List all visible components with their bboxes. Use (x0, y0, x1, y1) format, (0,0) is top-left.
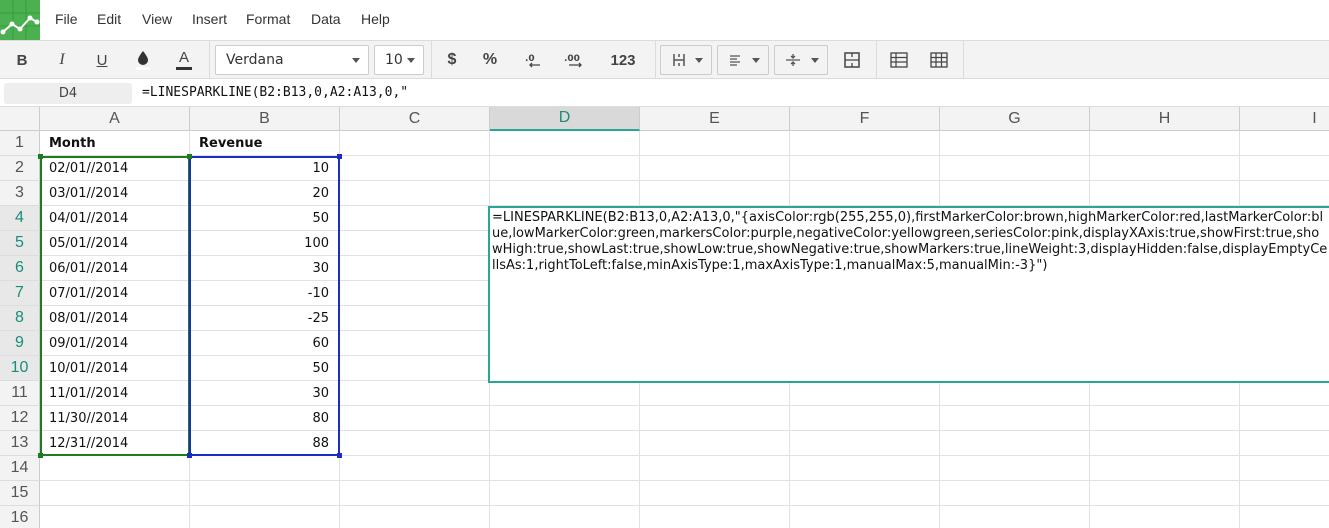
percent-button[interactable]: % (476, 41, 504, 79)
merge-cells-icon[interactable] (838, 41, 866, 79)
chevron-down-icon (407, 58, 415, 63)
borders-dropdown[interactable] (660, 45, 712, 75)
row-header-7[interactable]: 7 (0, 281, 40, 306)
row-header-11[interactable]: 11 (0, 381, 40, 406)
gridline (40, 505, 1329, 506)
row-header-9[interactable]: 9 (0, 331, 40, 356)
column-header-h[interactable]: H (1090, 107, 1240, 131)
menu-view[interactable]: View (142, 11, 172, 27)
menu-data[interactable]: Data (311, 11, 341, 27)
range-handle[interactable] (187, 453, 192, 458)
toolbar-divider (655, 41, 656, 79)
column-header-c[interactable]: C (340, 107, 490, 131)
freeze-columns-icon[interactable] (925, 41, 953, 79)
sheet-grid: A B C D E F G H I 1 2 3 4 5 6 7 8 9 10 1… (0, 107, 1329, 528)
row-header-14[interactable]: 14 (0, 456, 40, 481)
menu-edit[interactable]: Edit (97, 11, 121, 27)
vertical-align-icon (786, 54, 800, 66)
decrease-decimal-label: .0 (525, 54, 535, 64)
fill-color-icon[interactable] (129, 41, 157, 79)
row-header-12[interactable]: 12 (0, 406, 40, 431)
align-dropdown[interactable] (717, 45, 769, 75)
range-highlight-a (40, 156, 190, 456)
menu-bar: File Edit View Insert Format Data Help (0, 0, 1329, 40)
formula-bar: D4 =LINESPARKLINE(B2:B13,0,A2:A13,0," (0, 79, 1329, 107)
row-header-1[interactable]: 1 (0, 131, 40, 156)
decrease-decimal-button[interactable]: .0 (518, 41, 548, 79)
chevron-down-icon (352, 58, 360, 63)
row-header-13[interactable]: 13 (0, 431, 40, 456)
menu-insert[interactable]: Insert (192, 11, 227, 27)
row-header-10[interactable]: 10 (0, 356, 40, 381)
range-handle[interactable] (337, 154, 342, 159)
toolbar-divider (963, 41, 964, 79)
vertical-align-dropdown[interactable] (774, 45, 828, 75)
app-logo-icon (0, 0, 40, 40)
menu-format[interactable]: Format (246, 11, 290, 27)
name-box[interactable]: D4 (4, 83, 132, 104)
menu-file[interactable]: File (55, 11, 78, 27)
toolbar-divider (876, 41, 877, 79)
borders-icon (673, 54, 685, 66)
align-left-icon (730, 55, 740, 66)
currency-button[interactable]: $ (438, 41, 466, 79)
cell-editor[interactable]: =LINESPARKLINE(B2:B13,0,A2:A13,0,"{axisC… (488, 206, 1329, 383)
chevron-down-icon (811, 58, 819, 63)
font-color-button[interactable]: A (170, 41, 198, 79)
column-header-e[interactable]: E (640, 107, 790, 131)
spreadsheet-app: File Edit View Insert Format Data Help B… (0, 0, 1329, 528)
font-size-select[interactable]: 10 (374, 45, 424, 75)
row-header-16[interactable]: 16 (0, 506, 40, 528)
column-header-d[interactable]: D (490, 107, 640, 131)
font-color-swatch (176, 67, 192, 70)
range-handle[interactable] (337, 453, 342, 458)
gridline (40, 480, 1329, 481)
underline-button[interactable]: U (88, 41, 116, 79)
range-handle[interactable] (38, 154, 43, 159)
column-header-i[interactable]: I (1240, 107, 1329, 131)
range-handle[interactable] (38, 453, 43, 458)
row-header-5[interactable]: 5 (0, 231, 40, 256)
increase-decimal-label: .00 (564, 54, 580, 64)
font-color-label: A (178, 49, 189, 66)
row-header-8[interactable]: 8 (0, 306, 40, 331)
row-header-4[interactable]: 4 (0, 206, 40, 231)
font-size-value: 10 (385, 52, 403, 68)
row-header-3[interactable]: 3 (0, 181, 40, 206)
increase-decimal-button[interactable]: .00 (558, 41, 590, 79)
bold-button[interactable]: B (8, 41, 36, 79)
column-header-g[interactable]: G (940, 107, 1090, 131)
toolbar-divider (431, 41, 432, 79)
cell-a1[interactable]: Month (49, 131, 189, 156)
font-family-select[interactable]: Verdana (215, 45, 369, 75)
column-header-b[interactable]: B (190, 107, 340, 131)
chevron-down-icon (752, 58, 760, 63)
number-format-button[interactable]: 123 (604, 41, 642, 79)
row-header-15[interactable]: 15 (0, 481, 40, 506)
cell-b1[interactable]: Revenue (199, 131, 339, 156)
chevron-down-icon (695, 58, 703, 63)
font-family-value: Verdana (226, 52, 284, 68)
toolbar-divider (209, 41, 210, 79)
menu-help[interactable]: Help (361, 11, 390, 27)
row-header-6[interactable]: 6 (0, 256, 40, 281)
select-all-corner[interactable] (0, 107, 40, 131)
range-highlight-b (189, 156, 340, 456)
freeze-rows-icon[interactable] (885, 41, 913, 79)
column-header-f[interactable]: F (790, 107, 940, 131)
toolbar: B I U A Verdana 10 $ % .0 .00 123 (0, 40, 1329, 79)
range-handle[interactable] (187, 154, 192, 159)
italic-button[interactable]: I (48, 41, 76, 79)
column-header-a[interactable]: A (40, 107, 190, 131)
formula-input[interactable]: =LINESPARKLINE(B2:B13,0,A2:A13,0," (142, 85, 408, 100)
row-header-2[interactable]: 2 (0, 156, 40, 181)
